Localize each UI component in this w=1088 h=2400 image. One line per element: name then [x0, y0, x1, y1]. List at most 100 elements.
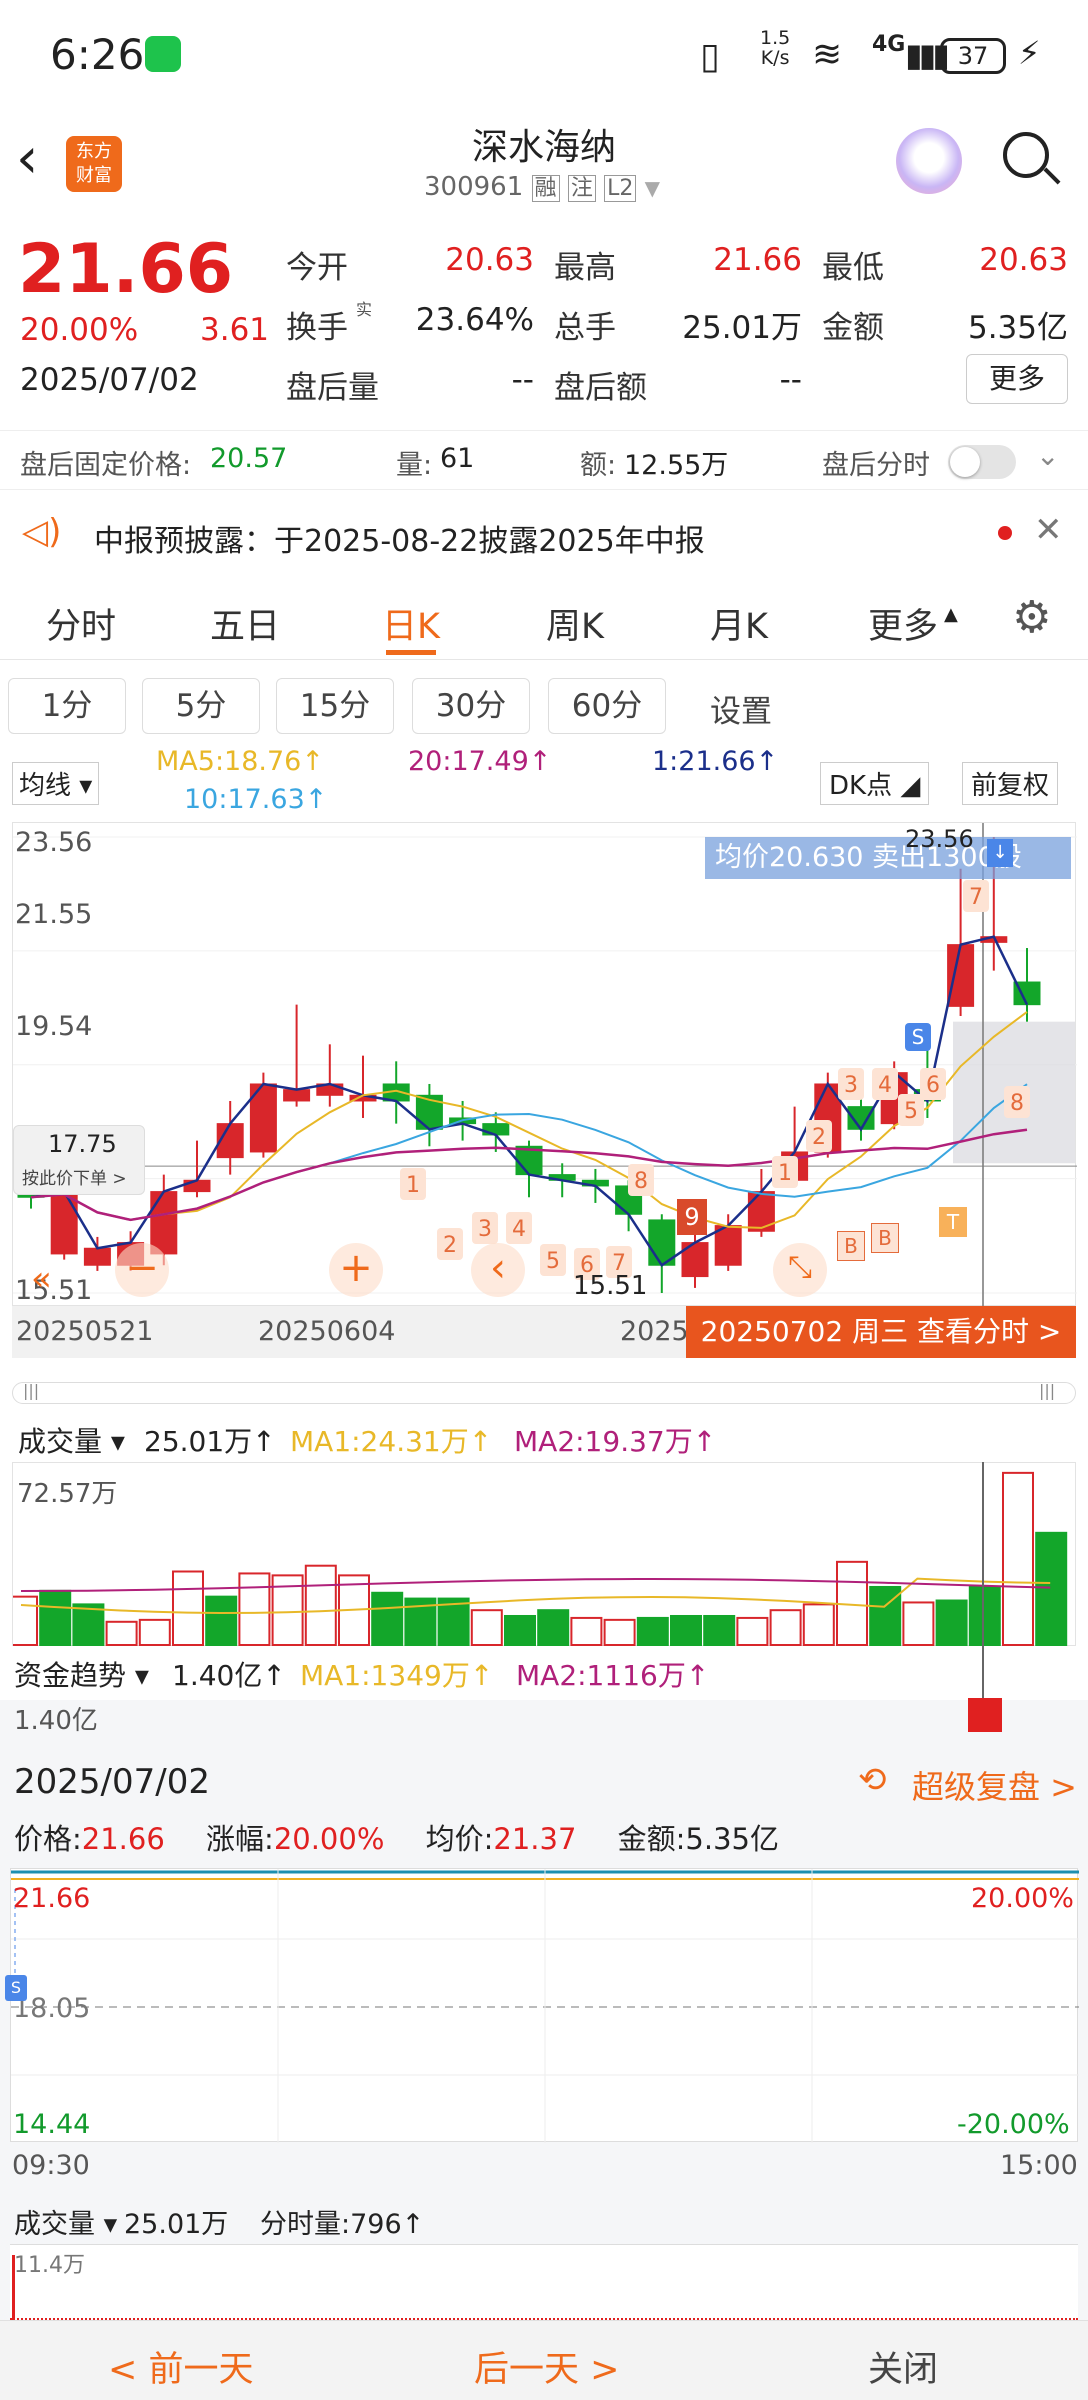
volume-bar: [802, 1603, 835, 1646]
ma10-legend: 10:17.63↑: [184, 784, 328, 815]
sequence-badge-number: 1: [778, 1161, 792, 1186]
volume-value: 25.01万↑: [144, 1425, 276, 1458]
stock-code-row: 300961 融 注 L2 ▼: [424, 170, 660, 202]
low-marker-label: 15.51: [573, 1271, 648, 1301]
subtab-60min[interactable]: 60分: [548, 678, 666, 734]
volume-bar: [138, 1618, 171, 1647]
tab-monthly-k[interactable]: 月K: [710, 598, 768, 649]
prev-day-button[interactable]: < 前一天: [108, 2341, 253, 2392]
amount-label: 金额: [822, 310, 884, 346]
more-button[interactable]: 更多: [966, 354, 1068, 404]
wechat-icon: [145, 36, 181, 72]
chevron-down-icon[interactable]: ⌄: [1036, 439, 1059, 472]
replay-amount: 5.35亿: [685, 1822, 779, 1856]
x-label-2: 20250604: [258, 1316, 396, 1347]
notice-bar[interactable]: ◁) 中报预披露：于2025-08-22披露2025年中报 ✕: [0, 496, 1088, 574]
sequence-badge-number: 3: [478, 1217, 492, 1242]
intraday-volume-chart: 11.4万: [10, 2244, 1078, 2321]
avg-price-banner: 均价20.630 卖出1300股: [705, 837, 1071, 879]
crosshair-price: 17.75: [48, 1130, 117, 1158]
y-label-3: 19.54: [15, 1011, 93, 1042]
subtab-5min[interactable]: 5分: [142, 678, 260, 734]
scroll-handle-right[interactable]: |||: [1039, 1381, 1055, 1400]
sequence-badge-number: 4: [512, 1217, 526, 1242]
search-icon-handle: [1043, 167, 1061, 185]
subtab-1min[interactable]: 1分: [8, 678, 126, 734]
replay-clock-icon: ⟲: [858, 1760, 887, 1800]
subtab-settings[interactable]: 设置: [710, 686, 772, 731]
scroll-handle-left[interactable]: |||: [23, 1381, 39, 1400]
high-marker-label: 23.56: [905, 825, 974, 853]
zoom-out-icon[interactable]: −: [115, 1243, 169, 1297]
turnover-value: 23.64%: [415, 302, 534, 338]
tab-daily-k[interactable]: 日K: [382, 598, 440, 649]
gear-icon[interactable]: ⚙: [1012, 592, 1051, 643]
count-nine-badge: 9: [677, 1199, 707, 1235]
step-left-icon[interactable]: ‹: [471, 1243, 525, 1297]
status-time: 6:26: [50, 30, 145, 79]
super-replay-link[interactable]: 超级复盘 >: [912, 1762, 1077, 1808]
tab-more[interactable]: 更多: [868, 598, 938, 649]
intraday-volume-selector[interactable]: 成交量 ▾: [14, 2202, 117, 2241]
crosshair-hint: 按此价下单 >: [22, 1169, 127, 1189]
search-icon[interactable]: [1003, 132, 1049, 178]
sequence-badge-number: 5: [904, 1099, 918, 1124]
x-label-1: 20250521: [16, 1316, 154, 1347]
ma1-legend: 1:21.66↑: [652, 746, 779, 777]
volume-bar: [902, 1601, 935, 1646]
network-type: 4G: [872, 32, 906, 57]
volume-bar: [105, 1620, 138, 1647]
fund-ma2: MA2:1116万↑: [516, 1659, 710, 1692]
zoom-in-icon[interactable]: +: [329, 1243, 383, 1297]
tab-five-day[interactable]: 五日: [210, 598, 280, 649]
intraday-volume: 25.01万: [124, 2209, 229, 2240]
chart-scrollbar[interactable]: ||| |||: [12, 1381, 1076, 1404]
intraday-top-pct: 20.00%: [971, 1883, 1074, 1914]
intraday-volume-legend: 成交量 ▾ 25.01万 分时量:796↑: [0, 2196, 1088, 2240]
crosshair-line: [982, 1462, 984, 1700]
volume-selector[interactable]: 成交量 ▾: [18, 1420, 125, 1460]
after-price-label: 盘后固定价格:: [20, 450, 192, 481]
tab-weekly-k[interactable]: 周K: [546, 598, 604, 649]
price-adjust-selector[interactable]: 前复权: [962, 762, 1059, 805]
subtab-15min[interactable]: 15分: [276, 678, 394, 734]
chevron-down-icon[interactable]: ▼: [645, 176, 660, 200]
next-day-button[interactable]: 后一天 >: [474, 2341, 619, 2392]
turnover-label: 换手: [286, 310, 348, 346]
status-bar: 6:26 ▯ 1.5 K/s ≋ 4G ▮▮▮ 37 ⚡: [0, 0, 1088, 110]
sequence-badge-number: 3: [844, 1073, 858, 1098]
quote-date: 2025/07/02: [20, 362, 199, 398]
tab-indicator: [386, 650, 436, 655]
volume-label: 总手: [554, 310, 616, 346]
replay-panel: 2025/07/02 ⟲ 超级复盘 > 价格:21.66 涨幅:20.00% 均…: [0, 1700, 1088, 2321]
volume-bar: [968, 1585, 1001, 1646]
after-vol-short-value: 61: [440, 443, 475, 474]
date-tooltip-button[interactable]: 20250702 周三 查看分时 >: [686, 1306, 1076, 1358]
volume-chart: 72.57万: [12, 1462, 1076, 1647]
volume-value: 25.01万: [682, 310, 802, 346]
change-pct: 20.00%: [20, 312, 139, 348]
charging-icon: ⚡: [1018, 34, 1041, 72]
volume-bar: [670, 1614, 702, 1647]
kline-chart[interactable]: 1234567812345678 23.56 21.55 19.54 15.51…: [12, 822, 1077, 1307]
candle-body: [482, 1123, 510, 1136]
dk-point-selector[interactable]: DK点 ◢: [820, 762, 930, 805]
crosshair-price-tag[interactable]: 17.75 按此价下单 >: [13, 1125, 145, 1195]
subtab-30min[interactable]: 30分: [412, 678, 530, 734]
close-icon[interactable]: ✕: [1034, 510, 1063, 550]
quote-panel: 21.66 20.00% 3.61 2025/07/02 今开 20.63 最高…: [0, 220, 1088, 430]
volume-bar: [72, 1603, 105, 1646]
intraday-grid: [11, 1869, 1079, 2143]
candle-body: [83, 1247, 111, 1266]
robot-assistant-icon[interactable]: [896, 128, 962, 194]
ma-legend: 均线 ▾ MA5:18.76↑ 20:17.49↑ 1:21.66↑ 10:17…: [0, 742, 1088, 818]
ma-selector[interactable]: 均线 ▾: [12, 762, 100, 805]
minute-tabs: 1分 5分 15分 30分 60分 设置: [0, 670, 1088, 736]
volume-bar: [636, 1616, 669, 1647]
close-button[interactable]: 关闭: [868, 2341, 938, 2392]
turnover-sup: 实: [356, 300, 373, 319]
fullscreen-icon[interactable]: ⤡: [773, 1243, 827, 1297]
pan-left-icon[interactable]: «: [31, 1259, 52, 1299]
fund-selector[interactable]: 资金趋势 ▾: [14, 1654, 149, 1694]
tab-intraday[interactable]: 分时: [46, 598, 116, 649]
